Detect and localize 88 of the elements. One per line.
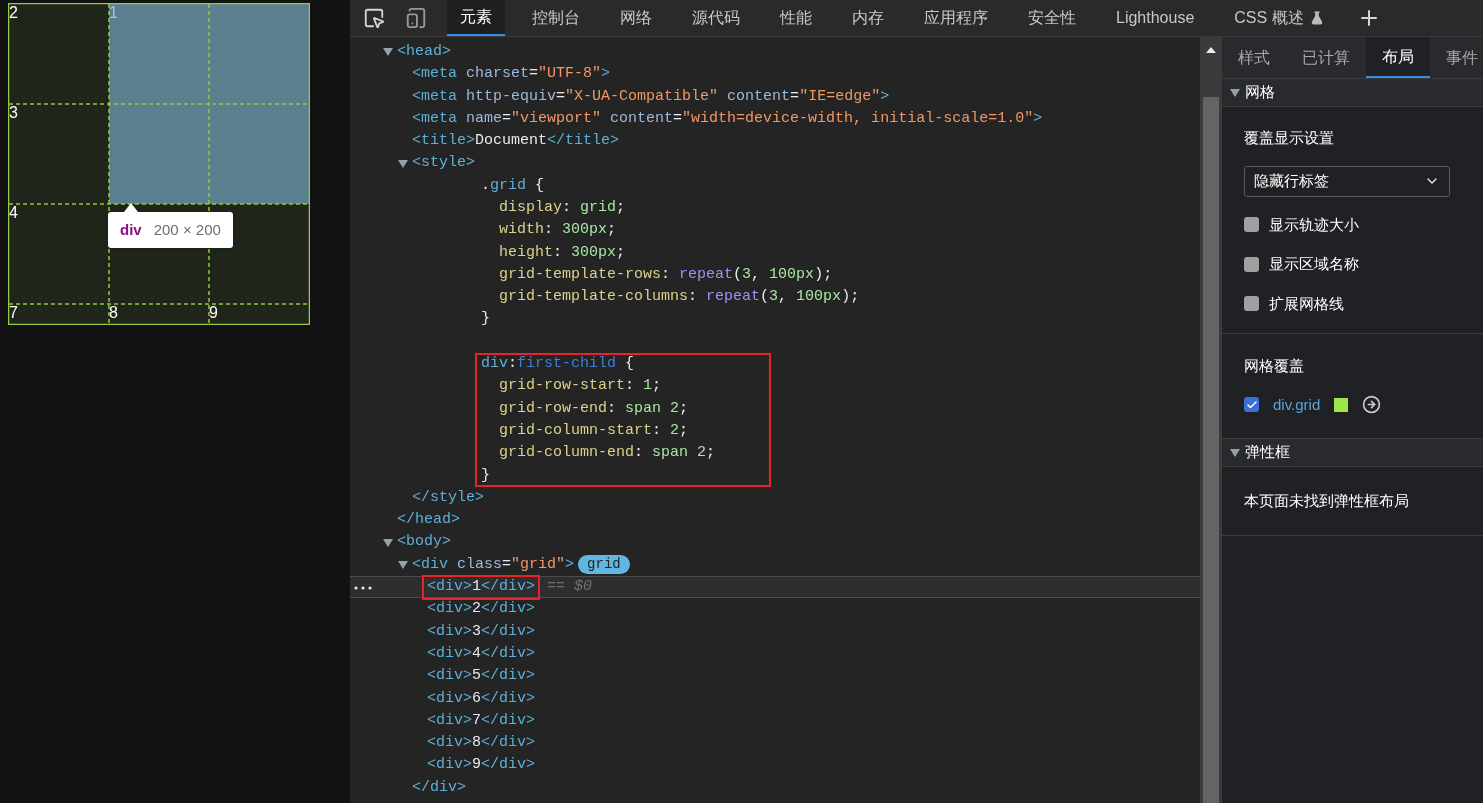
- scrollbar-thumb[interactable]: [1203, 97, 1219, 803]
- item-number: 7: [9, 304, 18, 322]
- code-line: .grid {: [481, 175, 545, 196]
- code-line[interactable]: </div>: [412, 776, 466, 800]
- device-toggle-icon[interactable]: [405, 7, 427, 29]
- code-line[interactable]: <meta http-equiv="X-UA-Compatible" content="IE=edge">: [412, 85, 890, 108]
- disclosure-triangle-icon[interactable]: [398, 159, 408, 168]
- color-swatch[interactable]: [1334, 397, 1349, 412]
- code-line[interactable]: <div>1</div>: [422, 575, 541, 600]
- section-title: 网格: [1245, 82, 1275, 103]
- section-title: 弹性框: [1245, 442, 1290, 463]
- panel-tab[interactable]: 控制台: [519, 0, 593, 36]
- code-line[interactable]: <meta name="viewport" content="width=device-width, initial-scale=1.0">: [412, 107, 1043, 131]
- console-reference-hint: == $0: [547, 577, 593, 598]
- option-label[interactable]: 显示区域名称: [1269, 253, 1359, 276]
- disclosure-triangle-icon[interactable]: [1230, 448, 1240, 457]
- sidebar-tab[interactable]: 布局: [1366, 37, 1430, 78]
- settings-heading: 覆盖显示设置: [1244, 128, 1335, 148]
- code-line[interactable]: <div>2</div>: [427, 598, 536, 621]
- checkbox[interactable]: [1244, 296, 1259, 312]
- code-line: div:first-child {: [481, 354, 635, 375]
- code-line: width: 300px;: [499, 220, 617, 241]
- grid-badge[interactable]: grid: [578, 555, 630, 575]
- empty-message: 本页面未找到弹性框布局: [1244, 492, 1409, 509]
- checkbox[interactable]: [1244, 397, 1259, 413]
- code-line[interactable]: <div>3</div>: [427, 620, 536, 644]
- code-line: grid-row-start: 1;: [499, 376, 662, 397]
- panel-tab[interactable]: 应用程序: [911, 0, 1001, 36]
- code-line: grid-template-columns: repeat(3, 100px);: [499, 287, 860, 308]
- element-link[interactable]: div.grid: [1273, 393, 1321, 416]
- code-line[interactable]: <div>9</div>: [427, 754, 536, 777]
- item-number: 3: [9, 104, 18, 122]
- tooltip-tag: div: [120, 218, 142, 242]
- item-number: 9: [209, 304, 218, 322]
- ellipsis-icon[interactable]: [354, 586, 372, 591]
- panel-tab[interactable]: 网络: [607, 0, 665, 36]
- panel-tab[interactable]: 元素: [447, 0, 505, 36]
- code-line: grid-column-start: 2;: [499, 420, 689, 441]
- code-line: }: [481, 465, 490, 486]
- code-line: height: 300px;: [499, 242, 626, 263]
- scroll-up-icon[interactable]: [1206, 47, 1216, 53]
- code-line[interactable]: <div>6</div>: [427, 687, 536, 710]
- selected-row[interactable]: <div>1</div> == $0: [350, 576, 1200, 599]
- code-line[interactable]: <head>: [397, 40, 451, 64]
- code-line[interactable]: <div>7</div>: [427, 709, 536, 733]
- panel-tab[interactable]: 安全性: [1015, 0, 1089, 36]
- option-label[interactable]: 扩展网格线: [1269, 292, 1344, 315]
- item-number: 2: [9, 4, 18, 22]
- code-line[interactable]: <div>5</div>: [427, 665, 536, 688]
- code-line[interactable]: <style>: [412, 152, 475, 175]
- code-line[interactable]: <div>4</div>: [427, 642, 536, 666]
- checkbox[interactable]: [1244, 217, 1259, 233]
- code-line[interactable]: </style>: [412, 486, 484, 510]
- panel-tab[interactable]: Lighthouse: [1103, 0, 1208, 36]
- disclosure-triangle-icon[interactable]: [1230, 88, 1240, 97]
- panel-tab[interactable]: 内存: [839, 0, 897, 36]
- sidebar-tab[interactable]: 已计算: [1286, 37, 1366, 78]
- code-line[interactable]: <title>Document</title>: [412, 130, 620, 153]
- code-line[interactable]: <meta charset="UTF-8">: [412, 63, 611, 86]
- panel-tab[interactable]: 源代码: [679, 0, 753, 36]
- code-line: display: grid;: [499, 198, 626, 218]
- label-select[interactable]: 隐藏行标签: [1244, 165, 1450, 197]
- overlays-heading: 网格覆盖: [1244, 356, 1305, 376]
- code-line: grid-row-end: span 2;: [499, 398, 689, 419]
- panel-tab[interactable]: CSS 概述: [1221, 0, 1337, 36]
- option-label[interactable]: 显示轨迹大小: [1269, 213, 1359, 236]
- checkbox[interactable]: [1244, 256, 1259, 272]
- disclosure-triangle-icon[interactable]: [383, 48, 393, 57]
- sidebar-tab[interactable]: 样式: [1222, 37, 1286, 78]
- sidebar-tab[interactable]: 事件: [1430, 37, 1483, 78]
- section-header[interactable]: 网格: [1222, 79, 1483, 107]
- code-line[interactable]: <body>: [397, 531, 451, 554]
- code-line[interactable]: <div>8</div>: [427, 732, 536, 755]
- item-number: 4: [9, 204, 18, 222]
- disclosure-triangle-icon[interactable]: [383, 538, 393, 547]
- tooltip-size: 200 × 200: [153, 219, 221, 240]
- item-number: 1: [109, 4, 118, 22]
- code-line: grid-template-rows: repeat(3, 100px);: [499, 264, 833, 285]
- section-header[interactable]: 弹性框: [1222, 439, 1483, 467]
- code-line[interactable]: <div class="grid">: [412, 553, 575, 577]
- disclosure-triangle-icon[interactable]: [398, 560, 408, 569]
- code-line: grid-column-end: span 2;: [499, 443, 716, 464]
- item-number: 8: [109, 304, 118, 322]
- panel-tab[interactable]: 性能: [767, 0, 825, 36]
- code-line[interactable]: </head>: [397, 509, 460, 532]
- checkmark-icon: [1245, 398, 1258, 411]
- inspect-icon[interactable]: [363, 7, 385, 29]
- code-line: }: [481, 309, 490, 330]
